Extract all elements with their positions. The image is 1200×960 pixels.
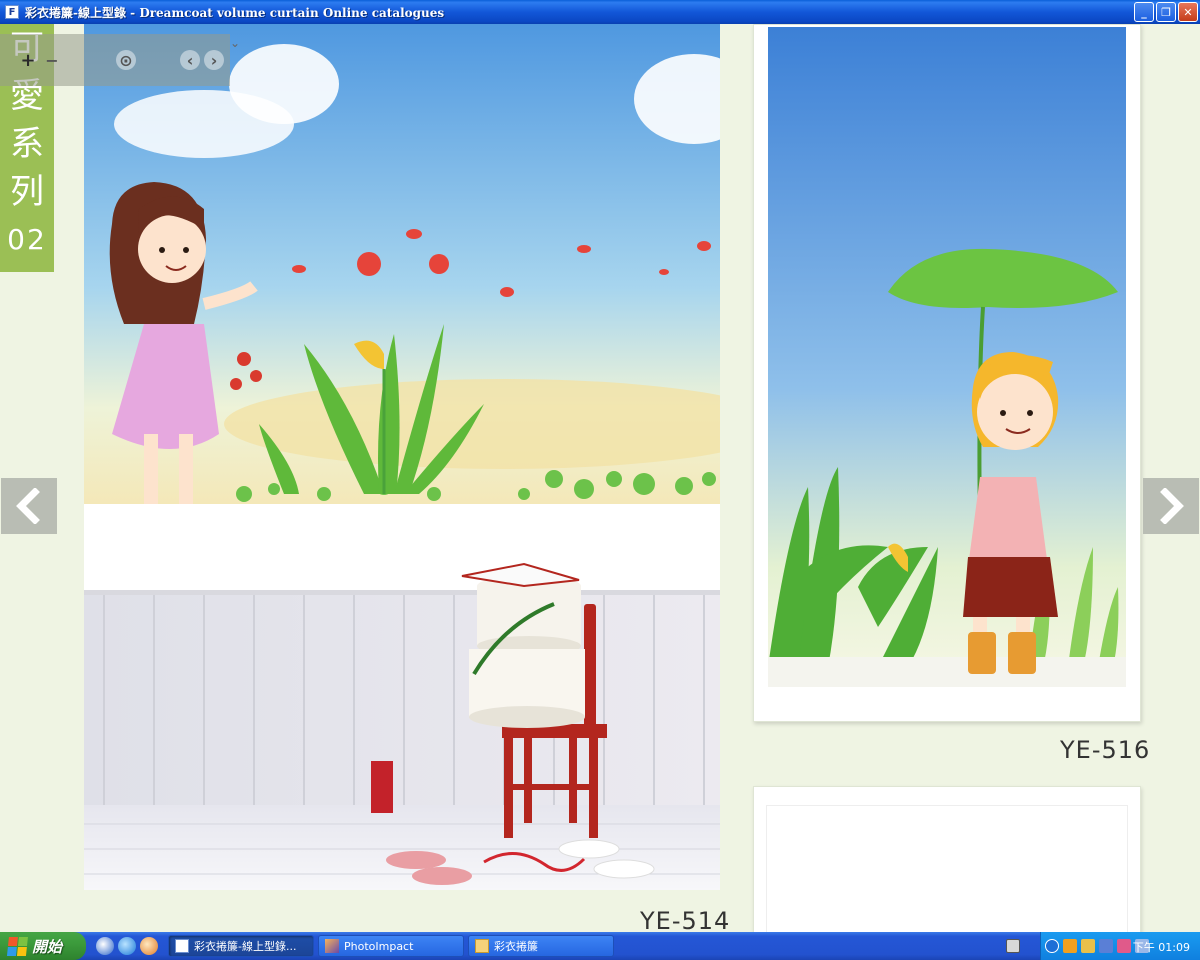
curtain-image-ye-516 — [768, 27, 1126, 687]
curtain-frame-ye-516[interactable] — [753, 24, 1141, 722]
tray-app-icon[interactable] — [1117, 939, 1131, 953]
windows-flag-icon — [6, 937, 28, 956]
folder-icon — [475, 939, 489, 953]
restore-button[interactable]: ❐ — [1156, 2, 1176, 22]
title-bar[interactable]: F 彩衣捲簾-線上型錄 - Dreamcoat volume curtain O… — [0, 0, 1200, 24]
product-code-ye-516: YE-516 — [1060, 736, 1151, 764]
product-code-ye-514: YE-514 — [640, 907, 731, 932]
task-label: 彩衣捲簾 — [494, 940, 538, 953]
series-number: 02 — [7, 223, 47, 256]
tray-shield-icon[interactable] — [1081, 939, 1095, 953]
toolbar-prev-button[interactable]: ‹ — [180, 50, 200, 70]
series-char-4: 列 — [10, 172, 44, 212]
minimize-button[interactable]: _ — [1134, 2, 1154, 22]
viewer-toolbar: + − ⊙ ‹ › — [0, 34, 230, 86]
close-button[interactable]: ✕ — [1178, 2, 1198, 22]
window-title: 彩衣捲簾-線上型錄 - Dreamcoat volume curtain Onl… — [25, 5, 445, 20]
window-controls: _ ❐ ✕ — [1134, 2, 1198, 22]
tray-expand-icon[interactable] — [1045, 939, 1059, 953]
tray-network-icon[interactable] — [1099, 939, 1113, 953]
app-icon: F — [5, 5, 19, 19]
catalogue-app-icon — [175, 939, 189, 953]
curtain-frame-next[interactable] — [753, 786, 1141, 932]
tray-input-icon[interactable] — [1063, 939, 1077, 953]
start-label: 開始 — [32, 937, 63, 956]
curtain-image-ye-514[interactable] — [84, 24, 720, 890]
next-page-button[interactable] — [1143, 478, 1199, 534]
toolbar-menu-chevron-icon[interactable]: ⌄ — [230, 36, 240, 50]
zoom-out-button[interactable]: − — [42, 50, 62, 70]
zoom-in-button[interactable]: + — [18, 50, 38, 71]
toolbar-next-button[interactable]: › — [204, 50, 224, 70]
task-label: 彩衣捲簾-線上型錄... — [194, 940, 297, 953]
task-photoimpact[interactable]: PhotoImpact — [318, 935, 464, 957]
chevron-left-icon — [16, 488, 40, 524]
photoimpact-icon — [325, 939, 339, 953]
task-folder[interactable]: 彩衣捲簾 — [468, 935, 614, 957]
series-char-3: 系 — [10, 124, 44, 164]
curtain-image-next — [766, 805, 1128, 932]
system-tray: 下午 01:09 — [1040, 932, 1200, 960]
quicklaunch-ie-icon[interactable] — [118, 937, 136, 955]
quicklaunch-media-icon[interactable] — [96, 937, 114, 955]
chevron-right-icon — [1160, 488, 1184, 524]
taskbar: 開始 彩衣捲簾-線上型錄... PhotoImpact 彩衣捲簾 下午 01:0… — [0, 932, 1200, 960]
curtain-illustration-girl-flowers — [84, 24, 720, 890]
keyboard-icon[interactable] — [1006, 939, 1020, 953]
previous-page-button[interactable] — [1, 478, 57, 534]
quicklaunch-app-icon[interactable] — [140, 937, 158, 955]
task-label: PhotoImpact — [344, 939, 414, 953]
task-catalogue-window[interactable]: 彩衣捲簾-線上型錄... — [168, 935, 314, 957]
clock[interactable]: 下午 01:09 — [1133, 939, 1190, 955]
zoom-fit-button[interactable]: ⊙ — [116, 50, 136, 70]
start-button[interactable]: 開始 — [0, 932, 86, 960]
catalogue-viewer: 可 愛 系 列 02 + − ⊙ ‹ › ⌄ — [0, 24, 1200, 932]
curtain-illustration-girl-leaf — [768, 27, 1126, 687]
